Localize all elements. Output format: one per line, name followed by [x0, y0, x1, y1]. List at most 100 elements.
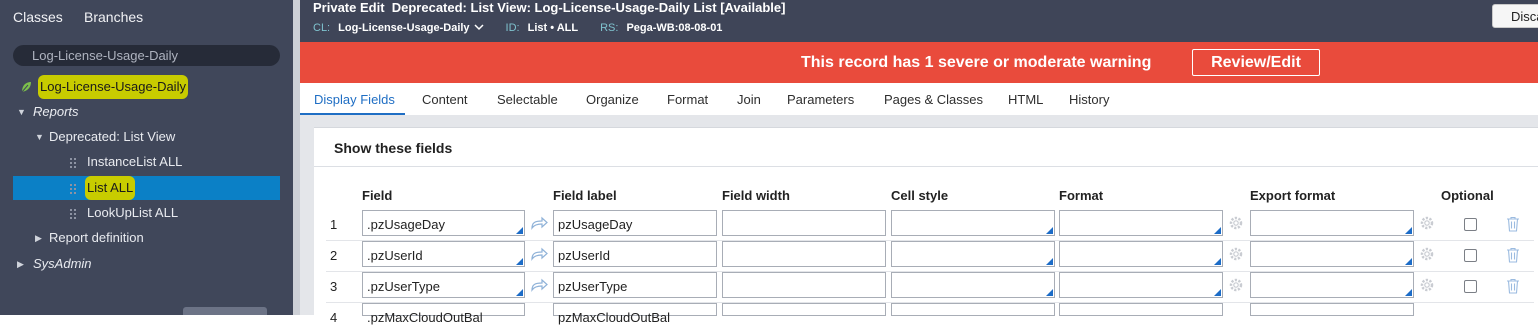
autocomplete-icon — [516, 227, 523, 234]
autocomplete-icon — [1046, 258, 1053, 265]
warning-message: This record has 1 severe or moderate war… — [801, 54, 1152, 71]
gear-icon[interactable] — [1419, 215, 1435, 231]
tree-label-report-definition: Report definition — [49, 230, 144, 245]
divider — [314, 166, 1538, 167]
panel-splitter[interactable] — [293, 0, 300, 315]
export-format-input[interactable] — [1250, 303, 1414, 316]
format-input[interactable] — [1059, 272, 1223, 298]
tree-item-deprecated[interactable]: ▼ Deprecated: List View — [0, 125, 293, 149]
tree-label-deprecated: Deprecated: List View — [49, 129, 176, 144]
copy-label-arrow-icon[interactable] — [530, 278, 548, 292]
export-format-input[interactable] — [1250, 241, 1414, 267]
autocomplete-icon — [1405, 227, 1412, 234]
trash-icon[interactable] — [1506, 278, 1520, 294]
field-label-input[interactable]: pzUserType — [553, 272, 717, 298]
cell-style-input[interactable] — [891, 272, 1055, 298]
tree-item-class[interactable]: Log-License-Usage-Daily — [0, 75, 293, 99]
format-input[interactable] — [1059, 210, 1223, 236]
field-width-input[interactable] — [722, 272, 886, 298]
optional-checkbox[interactable] — [1464, 280, 1477, 293]
tree-label-instancelist: InstanceList ALL — [87, 154, 183, 169]
tree-item-reports[interactable]: ▼ Reports — [0, 100, 293, 124]
tab-display-fields[interactable]: Display Fields — [314, 92, 395, 107]
field-input[interactable]: .pzMaxCloudOutBal — [362, 303, 525, 325]
trash-icon[interactable] — [1506, 247, 1520, 263]
tab-organize[interactable]: Organize — [586, 92, 639, 107]
cell-style-input[interactable] — [891, 241, 1055, 267]
trash-icon[interactable] — [1506, 216, 1520, 232]
tab-parameters[interactable]: Parameters — [787, 92, 854, 107]
tab-content[interactable]: Content — [422, 92, 468, 107]
tree-label-sysadmin: SysAdmin — [33, 256, 92, 271]
gear-icon[interactable] — [1419, 246, 1435, 262]
copy-label-arrow-icon[interactable] — [530, 247, 548, 261]
cell-style-input[interactable] — [891, 303, 1055, 316]
tab-history[interactable]: History — [1069, 92, 1109, 107]
field-label-value: pzUserType — [558, 279, 628, 294]
field-width-input[interactable] — [722, 210, 886, 236]
col-header-export-format: Export format — [1250, 188, 1336, 203]
tab-selectable[interactable]: Selectable — [497, 92, 558, 107]
cl-value[interactable]: Log-License-Usage-Daily — [338, 22, 469, 34]
autocomplete-icon — [1214, 289, 1221, 296]
tab-html[interactable]: HTML — [1008, 92, 1043, 107]
tab-branches[interactable]: Branches — [84, 9, 143, 25]
col-header-format: Format — [1059, 188, 1104, 203]
fields-panel: Show these fields Field Field label Fiel… — [314, 127, 1538, 325]
review-edit-button[interactable]: Review/Edit — [1192, 49, 1320, 76]
row-number: 3 — [330, 279, 338, 294]
cell-style-input[interactable] — [891, 210, 1055, 236]
field-input[interactable]: .pzUserId — [362, 241, 525, 267]
tree-item-instancelist[interactable]: InstanceList ALL — [0, 150, 293, 174]
class-search-input[interactable] — [13, 45, 280, 66]
gear-icon[interactable] — [1419, 277, 1435, 293]
tree-label-lookuplist: LookUpList ALL — [87, 205, 179, 220]
row-number: 2 — [330, 248, 338, 263]
autocomplete-icon — [1405, 258, 1412, 265]
copy-label-arrow-icon[interactable] — [530, 216, 548, 230]
gear-icon[interactable] — [1228, 277, 1244, 293]
rs-label: RS: — [600, 22, 619, 34]
gear-icon[interactable] — [1228, 215, 1244, 231]
field-width-input[interactable] — [722, 241, 886, 267]
export-format-input[interactable] — [1250, 272, 1414, 298]
tab-format[interactable]: Format — [667, 92, 708, 107]
optional-checkbox[interactable] — [1464, 249, 1477, 262]
discard-button[interactable]: Disca — [1492, 4, 1538, 28]
tree-item-lookuplist[interactable]: LookUpList ALL — [0, 201, 293, 225]
field-label-input[interactable]: pzMaxCloudOutBal — [553, 303, 717, 325]
field-label-input[interactable]: pzUsageDay — [553, 210, 717, 236]
field-value: .pzUserId — [367, 248, 423, 263]
tab-join[interactable]: Join — [737, 92, 761, 107]
export-format-input[interactable] — [1250, 210, 1414, 236]
tree-label-class: Log-License-Usage-Daily — [38, 75, 188, 99]
tab-classes[interactable]: Classes — [13, 9, 63, 25]
field-input[interactable]: .pzUserType — [362, 272, 525, 298]
caret-down-icon: ▼ — [17, 107, 26, 117]
id-label: ID: — [505, 22, 520, 34]
id-value: List • ALL — [527, 22, 579, 34]
tree-item-list-all[interactable]: List ALL — [13, 176, 280, 200]
field-input[interactable]: .pzUsageDay — [362, 210, 525, 236]
chevron-down-icon[interactable] — [474, 23, 484, 31]
field-label-input[interactable]: pzUserId — [553, 241, 717, 267]
field-label-value: pzUsageDay — [558, 217, 633, 232]
gear-icon[interactable] — [1228, 246, 1244, 262]
rule-header: Private Edit Deprecated: List View: Log-… — [300, 0, 1538, 42]
row-number: 4 — [330, 310, 338, 325]
col-header-field-label: Field label — [553, 188, 617, 203]
tab-pages-classes[interactable]: Pages & Classes — [884, 92, 983, 107]
optional-checkbox[interactable] — [1464, 218, 1477, 231]
cl-label: CL: — [313, 22, 331, 34]
scrollbar-thumb[interactable] — [183, 307, 267, 315]
col-header-optional: Optional — [1441, 188, 1494, 203]
caret-right-icon: ▶ — [17, 259, 24, 269]
field-width-input[interactable] — [722, 303, 886, 316]
format-input[interactable] — [1059, 241, 1223, 267]
leaf-icon — [21, 82, 31, 93]
drag-handle-icon — [70, 184, 76, 194]
tree-item-sysadmin[interactable]: ▶ SysAdmin — [0, 252, 293, 276]
rs-value: Pega-WB:08-08-01 — [626, 22, 723, 34]
format-input[interactable] — [1059, 303, 1223, 316]
tree-item-report-definition[interactable]: ▶ Report definition — [0, 226, 293, 250]
